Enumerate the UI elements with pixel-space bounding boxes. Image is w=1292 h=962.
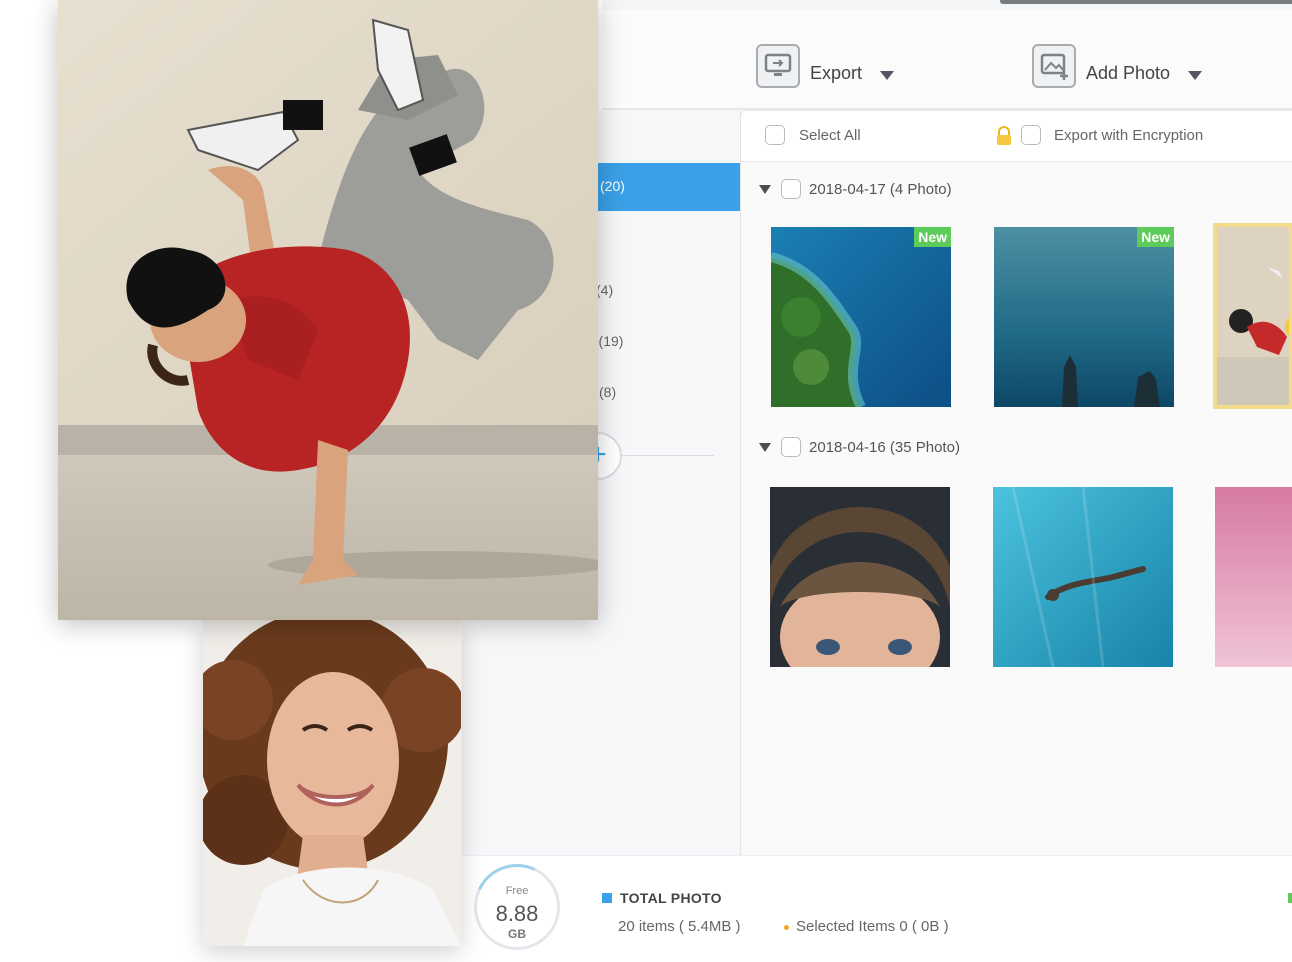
photo-thumbnail[interactable]: New [771,227,951,407]
photo-grid-panel: Select All Export with Encryption 2018-0… [740,110,1292,856]
group-label: 2018-04-17 (4 Photo) [809,180,952,198]
toolbar: Export Add Photo [602,10,1292,110]
monitor-export-icon [756,44,800,88]
total-photo-color-square [602,893,612,903]
collapse-triangle-icon[interactable] [759,184,771,194]
swimmer-underwater-image [993,487,1173,667]
photo-thumbnail[interactable] [770,487,950,667]
storage-gauge: Free 8.88 GB [461,851,573,962]
group-checkbox[interactable] [781,179,801,199]
dancer-photo [58,0,598,620]
date-group-header: 2018-04-17 (4 Photo) [759,179,952,199]
date-group-header: 2018-04-16 (35 Photo) [759,437,960,457]
group-checkbox[interactable] [781,437,801,457]
export-encryption-label: Export with Encryption [1054,127,1204,144]
export-label: Export [810,63,863,83]
export-dropdown-caret[interactable] [880,71,895,80]
add-photo-dropdown-caret[interactable] [1188,71,1203,80]
export-encryption-checkbox[interactable] [1021,125,1041,145]
sidebar-item[interactable]: (4) [596,282,613,298]
free-label: Free [505,885,529,897]
select-all-checkbox[interactable] [765,125,785,145]
child-hair-image [770,487,950,667]
add-photo-button[interactable]: Add Photo [1032,42,1203,88]
group-label: 2018-04-16 (35 Photo) [809,438,960,456]
collapse-triangle-icon[interactable] [759,442,771,452]
ocean-rocks-image [994,227,1174,407]
photo-thumbnail-selected[interactable] [1213,223,1292,409]
lock-icon [997,126,1011,145]
new-badge: New [914,227,951,247]
coast-aerial-image [771,227,951,407]
status-footer: Free 8.88 GB TOTAL PHOTO 20 items ( 5.4M… [461,851,1292,962]
items-count-text: 20 items ( 5.4MB ) [618,918,741,935]
selected-dot [784,925,789,930]
photo-thumbnail[interactable]: New [994,227,1174,407]
smiling-woman-image [203,620,461,946]
total-photo-title: TOTAL PHOTO [620,890,722,906]
sidebar-item-all-photos[interactable]: (20) [596,163,740,211]
pink-abstract-image [1215,487,1292,667]
export-button[interactable]: Export [756,42,895,88]
free-value: 8.88 [495,901,539,926]
status-indicator [1288,893,1292,903]
title-bar-tab[interactable] [1000,0,1292,4]
free-unit: GB [508,927,526,941]
add-photo-label: Add Photo [1086,63,1171,83]
new-badge: New [1137,227,1174,247]
sidebar-active-count: (20) [600,178,625,194]
photo-thumbnail[interactable] [993,487,1173,667]
sidebar-divider [622,455,714,456]
add-photo-icon [1032,44,1076,88]
selected-items-text: Selected Items 0 ( 0B ) [796,918,949,935]
breakdancer-image [58,0,598,620]
photo-thumbnail[interactable] [1215,487,1292,667]
select-all-label: Select All [799,127,861,144]
woman-photo [203,620,461,946]
dancer-selected-image [1217,227,1289,405]
selection-bar: Select All Export with Encryption [741,111,1292,162]
